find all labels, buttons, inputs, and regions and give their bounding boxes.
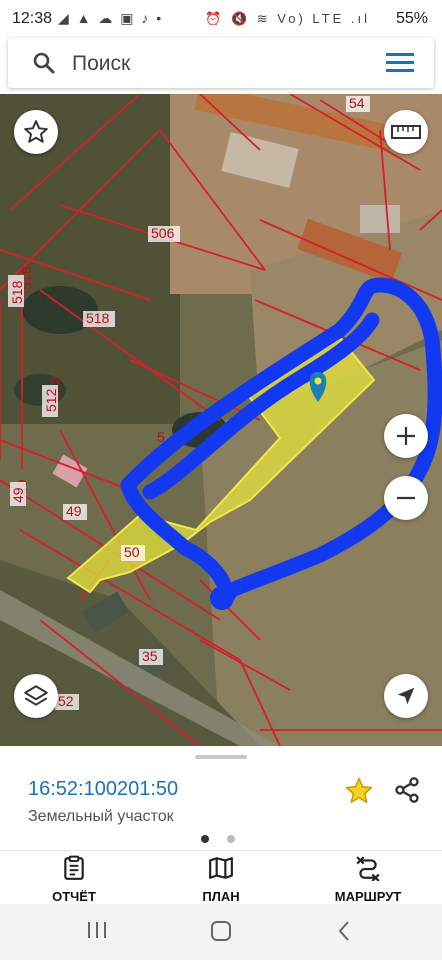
parcel-label-506-txt: 506 — [151, 225, 175, 241]
parcel-info-sheet[interactable]: 16:52:100201:50 Земельный участок — [0, 746, 442, 850]
bottom-toolbar: ОТЧЁТ ПЛАН МАРШРУТ — [0, 850, 442, 905]
page-dot — [227, 835, 235, 843]
favorite-star-button[interactable] — [344, 776, 374, 811]
share-icon — [395, 777, 419, 803]
layers-button[interactable] — [14, 674, 58, 718]
minus-icon — [397, 496, 415, 500]
menu-icon[interactable] — [386, 52, 414, 79]
parcel-label-49-txt: 49 — [66, 503, 82, 519]
parcel-label-518v-txt: 518 — [9, 280, 25, 304]
search-bar[interactable]: Поиск — [8, 38, 434, 88]
cadastral-number: 16:52:100201:50 — [28, 778, 179, 800]
route-label: МАРШРУТ — [334, 889, 402, 904]
map-plan-icon — [209, 857, 233, 879]
share-button[interactable] — [393, 776, 421, 809]
page-dot-active — [201, 835, 209, 843]
layers-icon — [24, 685, 48, 706]
back-icon[interactable] — [336, 920, 352, 947]
parcel-label-35-txt: 35 — [142, 648, 158, 664]
satellite-map[interactable]: 54 506 518 518 512 5 49 49 50 35 52 54 — [0, 94, 442, 746]
plus-icon — [397, 427, 415, 445]
parcel-label-518-txt: 518 — [86, 310, 110, 326]
report-icon — [64, 855, 84, 880]
measure-button[interactable] — [384, 110, 428, 154]
sheet-drag-handle[interactable] — [195, 755, 247, 759]
parcel-kind: Земельный участок — [28, 808, 174, 825]
status-time: 12:38 — [12, 10, 53, 27]
parcel-label-50-txt: 50 — [124, 544, 140, 560]
report-button[interactable]: ОТЧЁТ — [19, 855, 129, 904]
map-canvas[interactable]: 54 506 518 518 512 5 49 49 50 35 52 54 — [0, 94, 442, 746]
zoom-out-button[interactable] — [384, 476, 428, 520]
parcel-label-49v-txt: 49 — [10, 487, 26, 503]
ruler-icon — [391, 125, 421, 139]
battery-level: 55% — [395, 10, 428, 27]
home-icon[interactable] — [210, 920, 232, 947]
parcel-label-52-txt: 52 — [58, 693, 74, 709]
star-outline-icon — [24, 120, 48, 143]
system-nav-bar — [0, 904, 442, 960]
report-label: ОТЧЁТ — [52, 889, 96, 904]
navigation-arrow-icon — [397, 687, 415, 705]
page-indicator — [201, 830, 253, 848]
zoom-in-button[interactable] — [384, 414, 428, 458]
notification-icons: ◢ ▲ ☁ ▣ ♪ • — [58, 10, 164, 26]
route-button[interactable]: МАРШРУТ — [313, 855, 423, 904]
recent-apps-icon[interactable] — [86, 920, 108, 945]
favorites-button[interactable] — [14, 110, 58, 154]
plan-button[interactable]: ПЛАН — [166, 855, 276, 904]
parcel-label-5: 5 — [157, 429, 165, 445]
route-icon — [356, 856, 380, 882]
plan-label: ПЛАН — [202, 889, 240, 904]
system-icons: ⏰ 🔇 ≋ Vo) LTE .ıl — [205, 11, 370, 26]
parcel-label-512v-txt: 512 — [43, 388, 59, 412]
search-icon[interactable] — [32, 51, 56, 80]
status-bar: 12:38 ◢ ▲ ☁ ▣ ♪ • ⏰ 🔇 ≋ Vo) LTE .ıl 55% — [0, 0, 442, 40]
my-location-button[interactable] — [384, 674, 428, 718]
search-input[interactable]: Поиск — [72, 52, 130, 76]
parcel-label-54-txt: 54 — [349, 95, 365, 111]
star-icon — [345, 777, 373, 803]
